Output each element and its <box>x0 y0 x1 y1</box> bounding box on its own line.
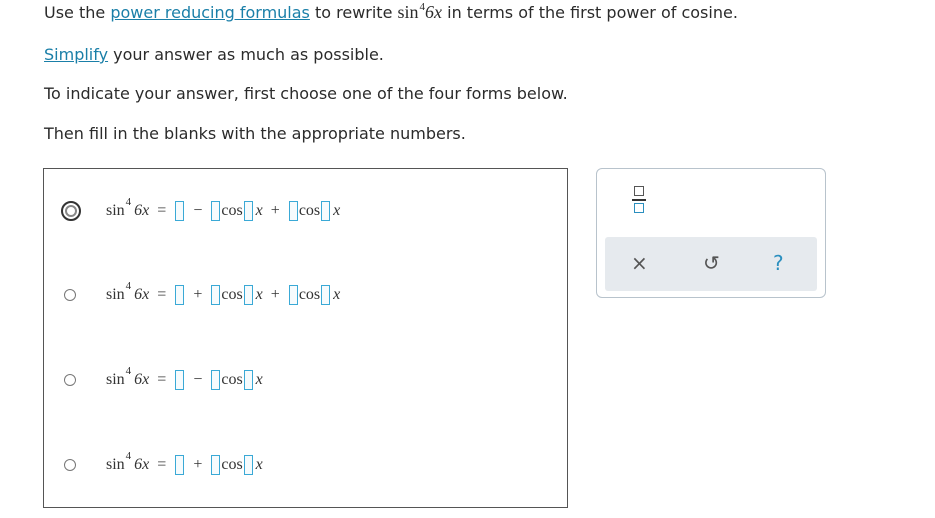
blank-input[interactable] <box>321 201 331 221</box>
sin-function: sin <box>106 371 125 388</box>
argument: 6x <box>134 202 150 219</box>
cos-function: cos <box>221 371 243 388</box>
blank-input[interactable] <box>288 285 298 305</box>
cos-function: cos <box>221 202 243 219</box>
blank-input[interactable] <box>211 285 221 305</box>
answer-forms-panel: sin 4 6x = − cos x + cos x sin 4 6x = + cos x +… <box>43 168 568 508</box>
blank-input[interactable] <box>175 455 185 475</box>
formula-expression: sin 4 6x = + cos x <box>106 450 263 475</box>
operator: − <box>193 202 203 219</box>
fraction-numerator-box <box>634 186 644 196</box>
formula-expression: sin 4 6x = − cos x + cos x <box>106 196 341 221</box>
answer-form-option[interactable]: sin 4 6x = − cos x <box>44 360 567 400</box>
toolbox-action-bar: × ↺ ? <box>605 237 817 291</box>
variable: x <box>255 371 263 388</box>
help-icon[interactable]: ? <box>773 251 784 275</box>
exponent: 4 <box>125 280 132 292</box>
simplify-link[interactable]: Simplify <box>44 45 108 64</box>
blank-input[interactable] <box>321 285 331 305</box>
blank-input[interactable] <box>211 370 221 390</box>
variable: x <box>333 286 341 303</box>
operator: + <box>270 286 280 303</box>
cos-function: cos <box>298 202 321 219</box>
instruction-text: your answer as much as possible. <box>108 45 384 64</box>
blank-input[interactable] <box>175 285 185 305</box>
radio-button[interactable] <box>64 374 76 386</box>
cos-function: cos <box>298 286 321 303</box>
fraction-icon[interactable] <box>630 184 650 220</box>
sin-function: sin <box>106 202 125 219</box>
equals-sign: = <box>157 371 167 388</box>
variable: x <box>255 456 263 473</box>
exponent: 4 <box>125 450 132 462</box>
blank-input[interactable] <box>288 201 298 221</box>
argument: 6x <box>134 371 150 388</box>
variable: x <box>255 286 263 303</box>
instruction-line-3: To indicate your answer, first choose on… <box>44 84 568 103</box>
power-reducing-formulas-link[interactable]: power reducing formulas <box>110 3 310 22</box>
sin-function: sin <box>106 286 125 303</box>
instruction-line-4: Then fill in the blanks with the appropr… <box>44 124 466 143</box>
fraction-bar <box>632 199 646 201</box>
equals-sign: = <box>157 286 167 303</box>
answer-form-option[interactable]: sin 4 6x = − cos x + cos x <box>44 191 567 231</box>
radio-button-selected[interactable] <box>61 201 81 221</box>
variable: x <box>255 202 263 219</box>
equals-sign: = <box>157 202 167 219</box>
instruction-text: in terms of the first power of cosine. <box>442 3 738 22</box>
formula-expression: sin 4 6x = − cos x <box>106 365 263 390</box>
operator: + <box>193 286 203 303</box>
clear-icon[interactable]: × <box>631 251 648 275</box>
math-toolbox: × ↺ ? <box>596 168 826 298</box>
blank-input[interactable] <box>243 201 253 221</box>
answer-form-option[interactable]: sin 4 6x = + cos x + cos x <box>44 275 567 315</box>
sin-function: sin <box>106 456 125 473</box>
formula-expression: sin 4 6x = + cos x + cos x <box>106 280 341 305</box>
radio-button[interactable] <box>64 459 76 471</box>
cos-function: cos <box>221 456 243 473</box>
operator: + <box>270 202 280 219</box>
argument: 6x <box>134 456 150 473</box>
argument: 6x <box>134 286 150 303</box>
instruction-text: Use the <box>44 3 111 22</box>
blank-input[interactable] <box>211 201 221 221</box>
blank-input[interactable] <box>175 370 185 390</box>
blank-input[interactable] <box>243 455 253 475</box>
blank-input[interactable] <box>243 370 253 390</box>
variable: x <box>333 202 341 219</box>
operator: − <box>193 371 203 388</box>
exponent: 4 <box>125 365 132 377</box>
instruction-text: to rewrite <box>309 3 398 22</box>
blank-input[interactable] <box>175 201 185 221</box>
math-exponent: 4 <box>419 1 426 13</box>
instruction-line-2: Simplify your answer as much as possible… <box>44 45 384 64</box>
fraction-denominator-box <box>634 203 644 213</box>
exponent: 4 <box>125 196 132 208</box>
instruction-line-1: Use the power reducing formulas to rewri… <box>44 1 738 23</box>
blank-input[interactable] <box>211 455 221 475</box>
math-argument: 6x <box>425 2 443 22</box>
equals-sign: = <box>157 456 167 473</box>
blank-input[interactable] <box>243 285 253 305</box>
undo-icon[interactable]: ↺ <box>703 251 720 275</box>
cos-function: cos <box>221 286 243 303</box>
math-sin: sin <box>397 2 419 22</box>
radio-button[interactable] <box>64 289 76 301</box>
operator: + <box>193 456 203 473</box>
answer-form-option[interactable]: sin 4 6x = + cos x <box>44 445 567 485</box>
